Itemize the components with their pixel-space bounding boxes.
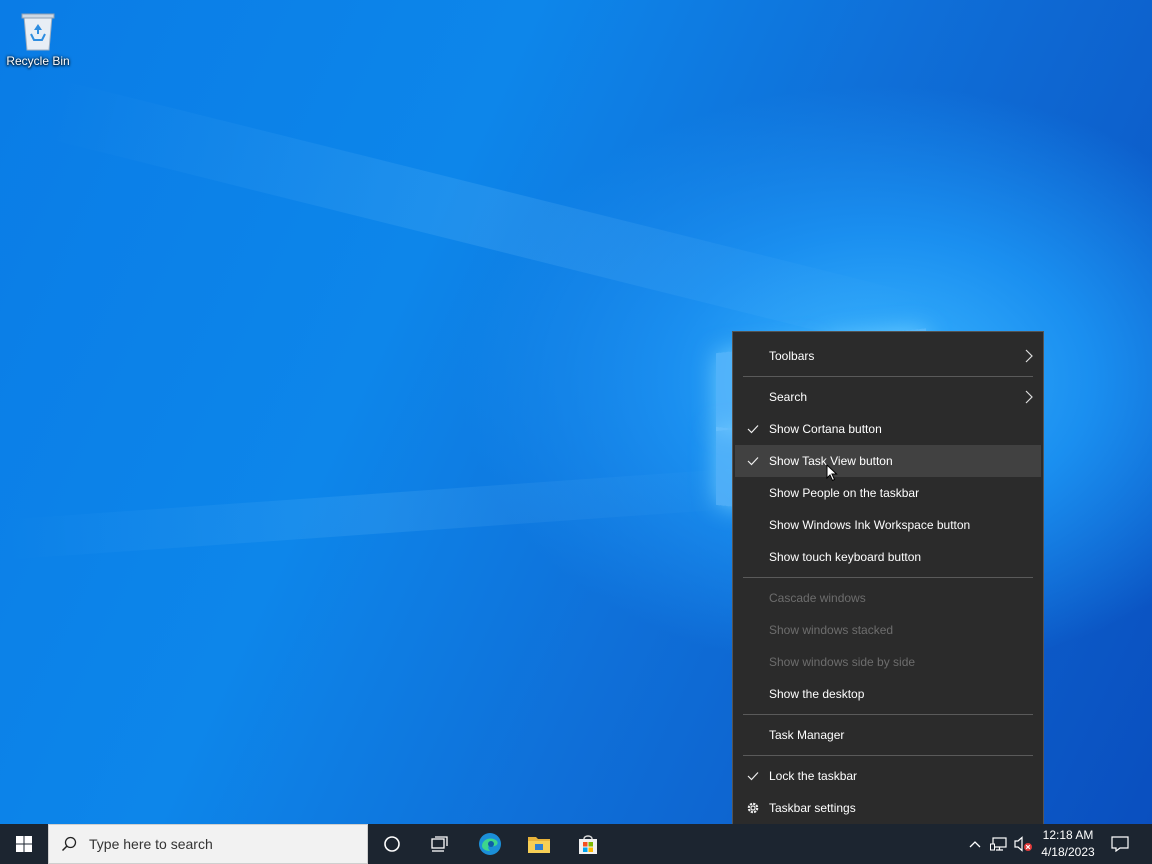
chevron-up-icon — [969, 841, 981, 848]
windows-start-icon — [16, 836, 32, 852]
menu-item-label: Show Windows Ink Workspace button — [769, 518, 971, 532]
light-beam-decoration — [0, 466, 761, 560]
clock-date: 4/18/2023 — [1041, 845, 1095, 859]
volume-tray-button[interactable] — [1012, 824, 1034, 864]
menu-item-task-manager[interactable]: Task Manager — [735, 719, 1041, 751]
checkmark-icon — [745, 760, 761, 792]
microsoft-store-icon — [579, 835, 597, 854]
taskbar-clock[interactable]: 12:18 AM 4/18/2023 — [1036, 824, 1100, 864]
menu-item-label: Taskbar settings — [769, 801, 856, 815]
edge-icon — [479, 833, 501, 855]
menu-item-show-windows-ink[interactable]: Show Windows Ink Workspace button — [735, 509, 1041, 541]
edge-taskbar-button[interactable] — [466, 824, 514, 864]
menu-item-label: Cascade windows — [769, 591, 866, 605]
search-placeholder: Type here to search — [89, 836, 213, 852]
menu-item-lock-the-taskbar[interactable]: Lock the taskbar — [735, 760, 1041, 792]
show-hidden-icons-button[interactable] — [964, 824, 986, 864]
menu-item-cascade-windows: Cascade windows — [735, 582, 1041, 614]
task-view-button[interactable] — [416, 824, 464, 864]
menu-item-show-task-view-button[interactable]: Show Task View button — [735, 445, 1041, 477]
clock-time: 12:18 AM — [1042, 828, 1094, 842]
menu-item-show-windows-stacked: Show windows stacked — [735, 614, 1041, 646]
menu-separator — [743, 577, 1033, 578]
desktop-icon-recycle-bin[interactable]: Recycle Bin — [4, 6, 72, 68]
checkmark-icon — [745, 413, 761, 445]
taskbar-search-box[interactable]: Type here to search — [48, 824, 368, 864]
menu-separator — [743, 755, 1033, 756]
menu-item-label: Toolbars — [769, 349, 815, 363]
microsoft-store-taskbar-button[interactable] — [564, 824, 612, 864]
menu-separator — [743, 714, 1033, 715]
volume-muted-icon — [1014, 836, 1032, 852]
start-button[interactable] — [0, 824, 48, 864]
menu-item-show-touch-keyboard[interactable]: Show touch keyboard button — [735, 541, 1041, 573]
light-beam-decoration — [45, 80, 934, 356]
menu-item-label: Show the desktop — [769, 687, 865, 701]
menu-item-label: Search — [769, 390, 808, 404]
checkmark-icon — [745, 445, 761, 477]
gear-icon — [745, 792, 761, 824]
taskbar[interactable]: Type here to search 12:18 AM 4/18/2023 — [0, 824, 1152, 864]
menu-item-search[interactable]: Search — [735, 381, 1041, 413]
menu-item-label: Show windows side by side — [769, 655, 916, 669]
taskbar-context-menu: Toolbars Search Show Cortana button Show… — [732, 331, 1044, 831]
action-center-button[interactable] — [1102, 824, 1138, 864]
menu-item-show-people[interactable]: Show People on the taskbar — [735, 477, 1041, 509]
menu-item-toolbars[interactable]: Toolbars — [735, 340, 1041, 372]
menu-item-show-windows-side-by-side: Show windows side by side — [735, 646, 1041, 678]
menu-item-label: Show People on the taskbar — [769, 486, 920, 500]
menu-item-show-cortana-button[interactable]: Show Cortana button — [735, 413, 1041, 445]
desktop-icon-label: Recycle Bin — [6, 54, 70, 68]
recycle-bin-icon — [20, 10, 56, 52]
menu-item-taskbar-settings[interactable]: Taskbar settings — [735, 792, 1041, 824]
menu-separator — [743, 376, 1033, 377]
cortana-icon — [384, 836, 400, 852]
menu-item-label: Show windows stacked — [769, 623, 894, 637]
menu-item-label: Show Cortana button — [769, 422, 882, 436]
task-view-icon — [431, 836, 448, 852]
mouse-cursor-icon — [826, 463, 838, 486]
file-explorer-icon — [528, 837, 550, 853]
notification-icon — [1111, 836, 1129, 852]
network-icon — [990, 837, 1007, 851]
chevron-right-icon — [1025, 340, 1033, 372]
search-icon — [49, 836, 89, 852]
menu-item-label: Task Manager — [769, 728, 845, 742]
cortana-button[interactable] — [368, 824, 416, 864]
network-tray-button[interactable] — [988, 824, 1010, 864]
menu-item-show-the-desktop[interactable]: Show the desktop — [735, 678, 1041, 710]
menu-item-label: Lock the taskbar — [769, 769, 858, 783]
chevron-right-icon — [1025, 381, 1033, 413]
file-explorer-taskbar-button[interactable] — [515, 824, 563, 864]
menu-item-label: Show touch keyboard button — [769, 550, 922, 564]
